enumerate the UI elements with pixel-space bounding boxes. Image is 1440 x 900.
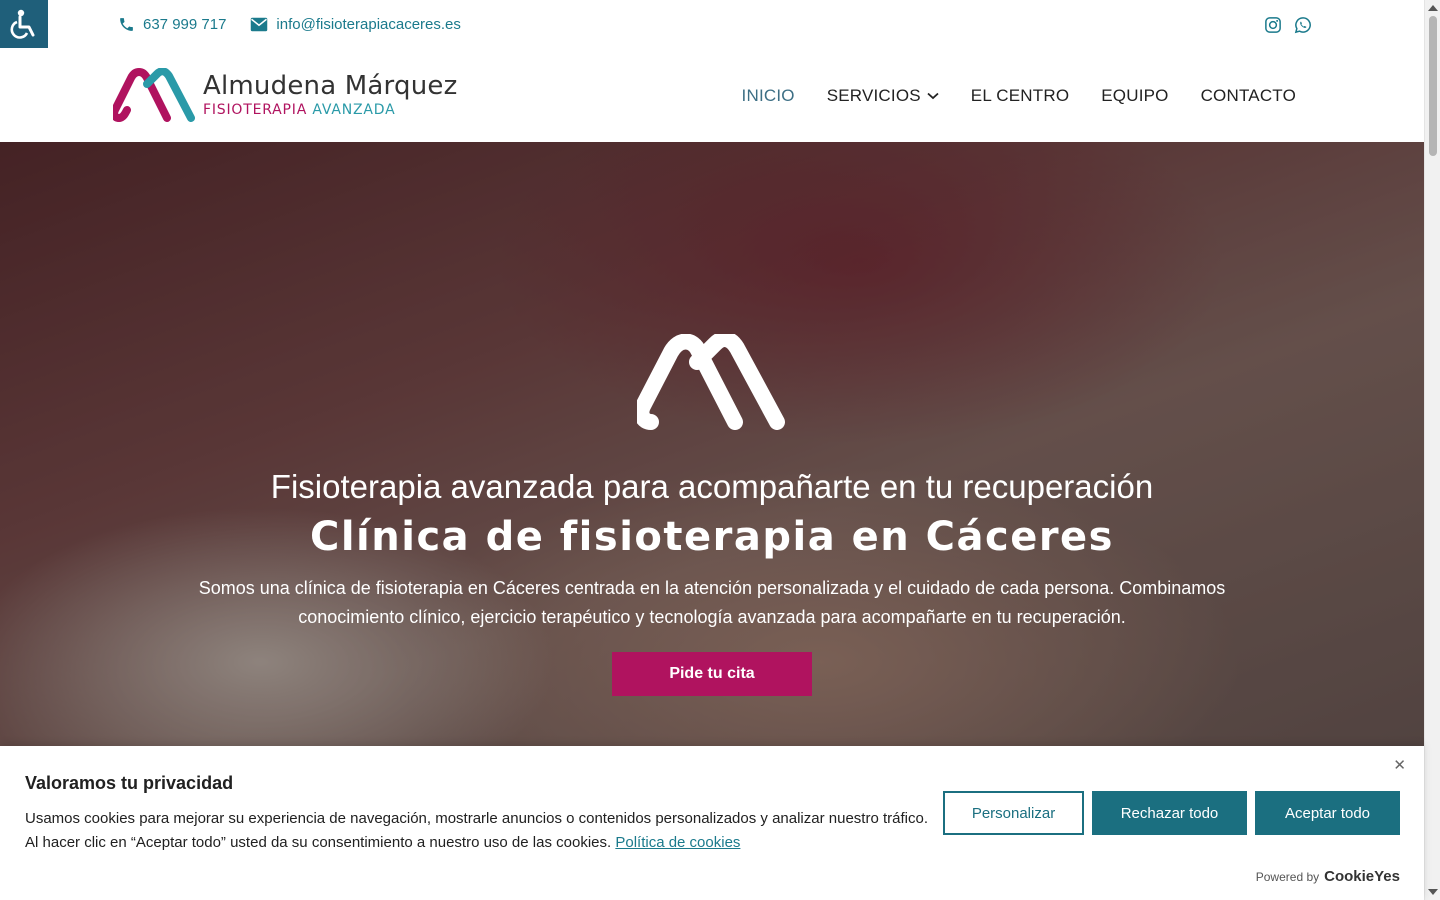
scroll-down-icon[interactable] xyxy=(1428,889,1438,895)
nav-contacto[interactable]: CONTACTO xyxy=(1201,86,1296,106)
nav-el-centro[interactable]: EL CENTRO xyxy=(971,86,1069,106)
cookie-title: Valoramos tu privacidad xyxy=(25,773,234,793)
main-nav: INICIO SERVICIOS EL CENTRO EQUIPO CONTAC… xyxy=(742,86,1296,106)
logo-tagline: FISIOTERAPIA AVANZADA xyxy=(203,103,457,117)
phone-icon xyxy=(120,18,133,31)
contact-info: 637 999 717 info@fisioterapiacaceres.es xyxy=(118,16,461,33)
logo-mark xyxy=(113,68,195,122)
hero-description: Somos una clínica de fisioterapia en Các… xyxy=(198,578,1226,627)
logo-tagline-teal: AVANZADA xyxy=(312,102,396,118)
instagram-icon[interactable] xyxy=(1264,16,1282,34)
hero-logo-mark xyxy=(637,334,785,430)
phone-link[interactable]: 637 999 717 xyxy=(118,16,226,33)
wheelchair-icon xyxy=(10,9,35,39)
close-icon[interactable]: ✕ xyxy=(1393,756,1406,774)
powered-by-label: Powered by xyxy=(1255,870,1320,884)
site-header: Almudena Márquez FISIOTERAPIA AVANZADA I… xyxy=(0,52,1424,142)
logo-name: Almudena Márquez xyxy=(203,71,458,101)
cookie-policy-link[interactable]: Política de cookies xyxy=(615,834,740,851)
accept-all-button[interactable]: Aceptar todo xyxy=(1255,791,1400,835)
nav-inicio[interactable]: INICIO xyxy=(742,86,795,106)
cookieyes-logo[interactable]: CookieYes xyxy=(1324,868,1400,885)
hero-section: Fisioterapia avanzada para acompañarte e… xyxy=(0,142,1424,746)
nav-servicios-label: SERVICIOS xyxy=(826,86,921,105)
phone-number: 637 999 717 xyxy=(143,16,227,33)
scroll-thumb[interactable] xyxy=(1429,16,1437,156)
hero-subtitle: Clínica de fisioterapia en Cáceres xyxy=(309,514,1114,560)
logo-tagline-pink: FISIOTERAPIA xyxy=(203,102,308,118)
cookie-powered-by: Powered by CookieYes xyxy=(1256,868,1400,885)
cookie-banner: Valoramos tu privacidad ✕ Usamos cookies… xyxy=(0,746,1424,900)
customize-button[interactable]: Personalizar xyxy=(943,791,1084,835)
accessibility-button[interactable] xyxy=(0,0,48,48)
nav-servicios[interactable]: SERVICIOS xyxy=(827,86,939,106)
chevron-down-icon xyxy=(927,92,939,100)
social-links xyxy=(1264,16,1312,34)
whatsapp-icon[interactable] xyxy=(1294,16,1312,34)
reject-all-button[interactable]: Rechazar todo xyxy=(1092,791,1247,835)
nav-equipo[interactable]: EQUIPO xyxy=(1101,86,1168,106)
email-address: info@fisioterapiacaceres.es xyxy=(276,16,461,33)
site-logo[interactable]: Almudena Márquez FISIOTERAPIA AVANZADA xyxy=(113,68,457,122)
cookie-text: Usamos cookies para mejorar su experienc… xyxy=(25,807,935,855)
cookie-text-body: Usamos cookies para mejorar su experienc… xyxy=(25,810,928,851)
email-link[interactable]: info@fisioterapiacaceres.es xyxy=(250,16,461,33)
book-appointment-button[interactable]: Pide tu cita xyxy=(612,652,812,696)
page-scrollbar[interactable] xyxy=(1424,0,1440,900)
cookie-buttons: Personalizar Rechazar todo Aceptar todo xyxy=(943,791,1400,835)
hero-title: Fisioterapia avanzada para acompañarte e… xyxy=(270,468,1154,505)
envelope-icon xyxy=(251,17,268,32)
topbar: 637 999 717 info@fisioterapiacaceres.es xyxy=(0,0,1424,52)
scroll-up-icon[interactable] xyxy=(1428,5,1438,11)
